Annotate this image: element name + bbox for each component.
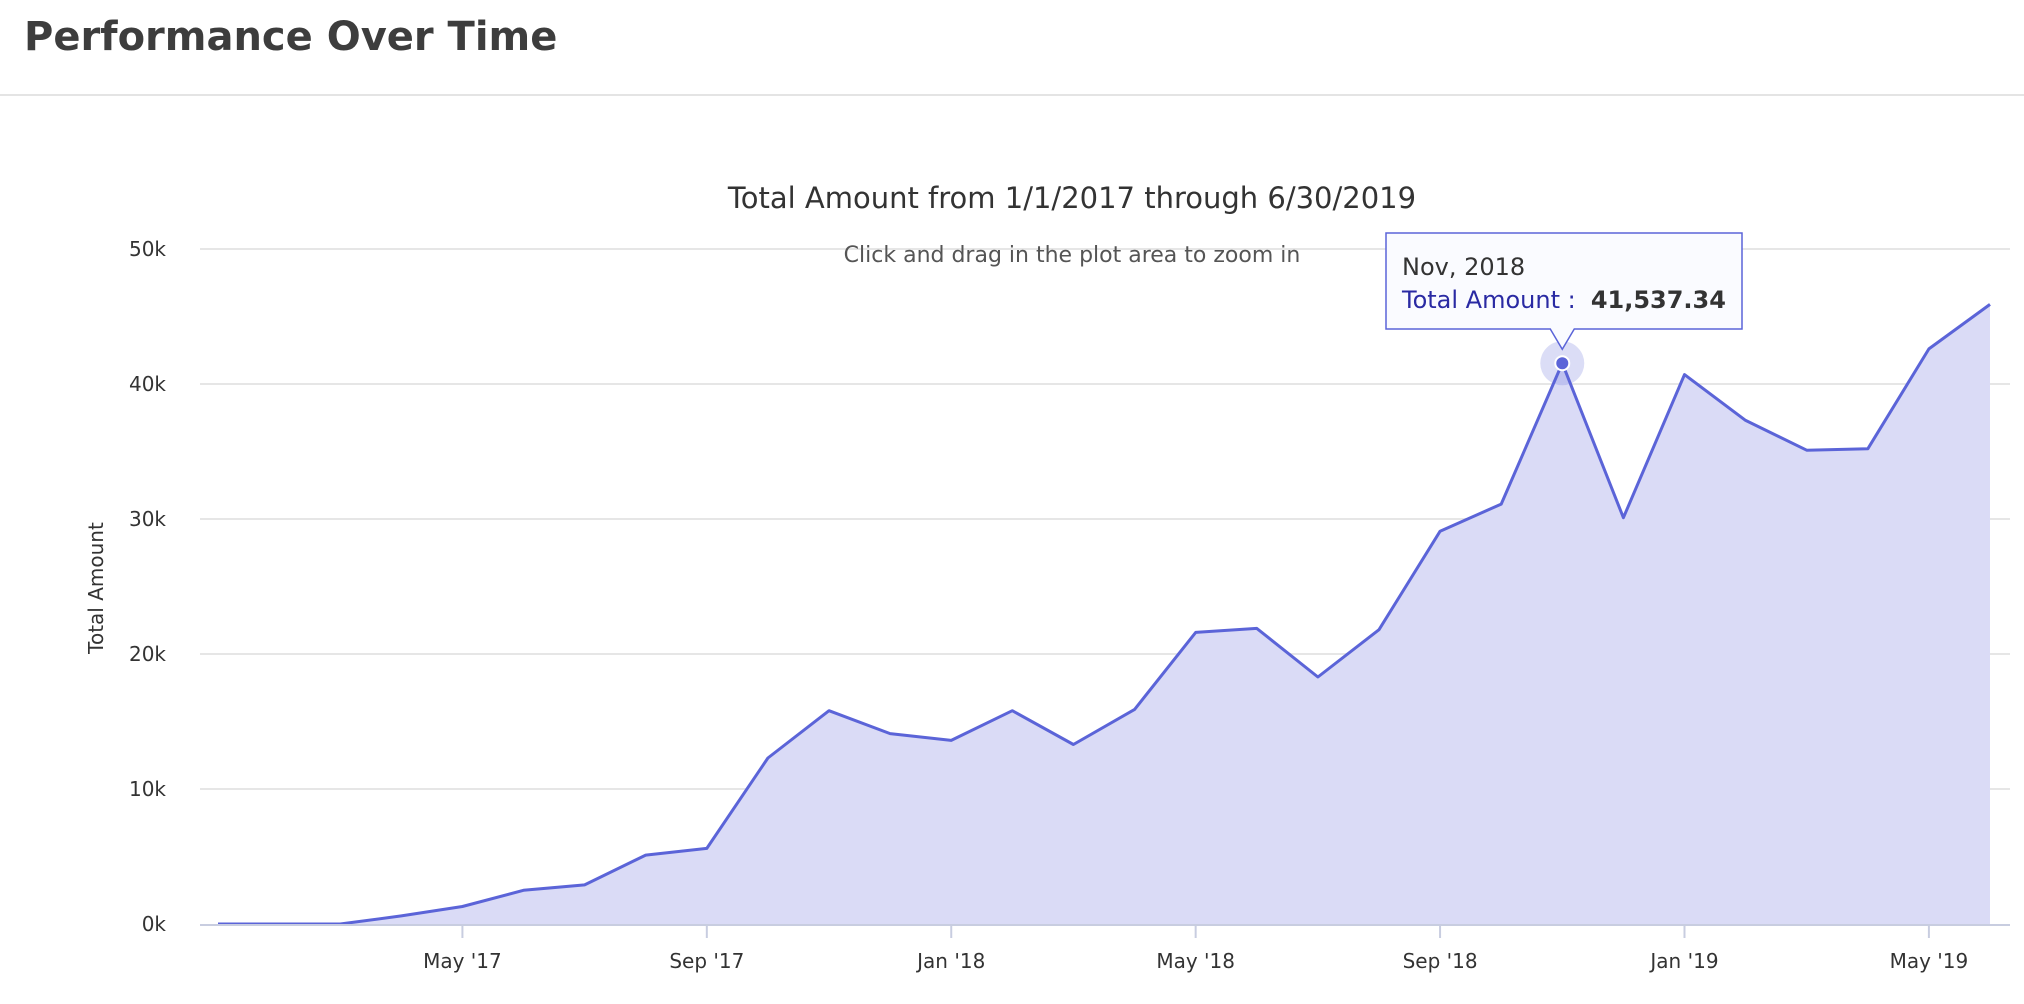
data-point[interactable] [1858, 439, 1878, 459]
y-axis-ticks: 0k 10k 20k 30k 40k 50k [129, 237, 166, 936]
x-tick-label: Sep '17 [669, 949, 744, 973]
tooltip-value: 41,537.34 [1591, 286, 1726, 314]
data-point[interactable] [1247, 618, 1267, 638]
chart-subtitle: Click and drag in the plot area to zoom … [844, 243, 1301, 268]
data-point[interactable] [514, 880, 534, 900]
data-point[interactable] [880, 724, 900, 744]
chart-title: Total Amount from 1/1/2017 through 6/30/… [727, 181, 1416, 215]
panel-header: Performance Over Time [0, 0, 2024, 96]
data-point[interactable] [452, 896, 472, 916]
data-point[interactable] [636, 845, 656, 865]
y-tick-label: 10k [129, 777, 166, 801]
data-point[interactable] [697, 838, 717, 858]
x-tick-label: Jan '19 [1648, 949, 1718, 973]
data-point[interactable] [1308, 667, 1328, 687]
total-amount-area [218, 304, 1990, 924]
data-point[interactable] [1980, 294, 2000, 314]
data-point[interactable] [1186, 622, 1206, 642]
x-tick-label: May '19 [1890, 949, 1969, 973]
panel-title: Performance Over Time [24, 14, 558, 60]
page: Performance Over Time May '17 Sep '17 Jan … [0, 0, 2024, 1004]
x-tick-label: May '18 [1156, 949, 1235, 973]
chart-area[interactable]: May '17 Sep '17 Jan '18 May '18 Sep '18 Jan '… [0, 96, 2024, 1004]
data-point[interactable] [1369, 620, 1389, 640]
data-point[interactable] [1002, 701, 1022, 721]
performance-chart[interactable]: May '17 Sep '17 Jan '18 May '18 Sep '18 Jan '… [0, 96, 2024, 1004]
y-tick-label: 30k [129, 507, 166, 531]
data-point[interactable] [1491, 494, 1511, 514]
data-point[interactable] [758, 748, 778, 768]
data-point[interactable] [1125, 699, 1145, 719]
data-point[interactable] [269, 914, 289, 934]
data-point[interactable] [1674, 365, 1694, 385]
data-point[interactable] [575, 875, 595, 895]
data-point[interactable] [1919, 339, 1939, 359]
data-point[interactable] [1063, 734, 1083, 754]
data-point[interactable] [1430, 521, 1450, 541]
data-point[interactable] [1797, 440, 1817, 460]
y-tick-label: 50k [129, 237, 166, 261]
tooltip-series-label: Total Amount : [1401, 286, 1576, 314]
tooltip-date: Nov, 2018 [1402, 253, 1525, 281]
y-axis-title: Total Amount [84, 522, 108, 655]
data-point[interactable] [941, 730, 961, 750]
x-tick-label: Jan '18 [915, 949, 985, 973]
x-tick-label: Sep '18 [1403, 949, 1478, 973]
data-point[interactable] [1613, 508, 1633, 528]
y-tick-label: 40k [129, 372, 166, 396]
x-tick-label: May '17 [423, 949, 502, 973]
hover-point[interactable] [1554, 355, 1571, 372]
tooltip-value-line: Total Amount : 41,537.34 [1401, 286, 1726, 314]
data-point[interactable] [819, 701, 839, 721]
data-point[interactable] [1736, 410, 1756, 430]
x-axis-ticks: May '17 Sep '17 Jan '18 May '18 Sep '18 Jan '… [423, 926, 1968, 973]
data-point[interactable] [391, 906, 411, 926]
y-tick-label: 0k [142, 912, 167, 936]
tooltip: Nov, 2018 Total Amount : 41,537.34 [1385, 232, 1743, 351]
y-tick-label: 20k [129, 642, 166, 666]
data-point[interactable] [208, 914, 228, 934]
data-point[interactable] [330, 914, 350, 934]
